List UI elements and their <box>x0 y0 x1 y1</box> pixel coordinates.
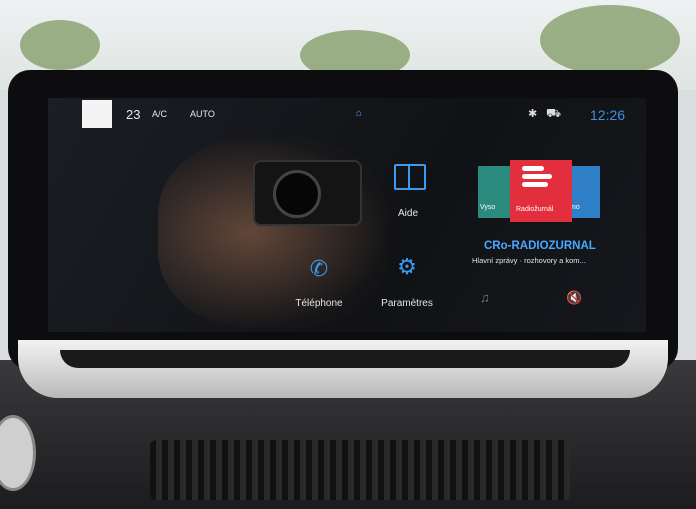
home-icon[interactable]: ⌂ <box>356 108 362 119</box>
chrome-trim <box>18 340 668 398</box>
mute-icon[interactable]: 🔇 <box>566 290 582 306</box>
ac-label[interactable]: A/C <box>152 109 167 119</box>
reflected-camera <box>253 160 362 226</box>
station-active-label: Radiožurnál <box>516 206 554 213</box>
temperature-value[interactable]: 23 <box>126 107 140 122</box>
clock: 12:26 <box>590 107 626 123</box>
station-left-label: Vyso <box>480 204 496 211</box>
station-tile-active[interactable]: Radiožurnál <box>510 160 572 222</box>
auto-label[interactable]: AUTO <box>190 109 215 119</box>
background-tree <box>540 5 680 75</box>
phone-label: Téléphone <box>295 298 343 309</box>
music-icon[interactable]: ♫ <box>480 290 490 305</box>
station-name: CRo-RADIOZURNAL <box>484 240 596 252</box>
settings-label: Paramètres <box>381 298 433 309</box>
phone-icon: ✆ <box>309 256 329 281</box>
help-label: Aide <box>397 208 418 219</box>
car-icon: ⛟ <box>546 106 562 120</box>
station-description: Hlavní zprávy · rozhovory a kom... <box>472 256 586 265</box>
station-tile-left[interactable]: Vyso <box>478 166 510 218</box>
infotainment-screen: 23 A/C AUTO ⌂ ✱ ⛟ 12:26 Aide ✆ Téléphone… <box>48 98 646 332</box>
air-vent <box>150 440 570 500</box>
radiozurnal-logo <box>522 166 560 194</box>
status-bar-glare <box>82 100 112 128</box>
status-bar: 23 A/C AUTO ⌂ ✱ ⛟ 12:26 <box>48 98 646 132</box>
background-tree <box>20 20 100 70</box>
bluetooth-icon: ✱ <box>528 108 538 120</box>
book-icon <box>394 164 426 190</box>
gear-icon: ⚙ <box>397 254 417 279</box>
trim-slot <box>60 350 630 368</box>
